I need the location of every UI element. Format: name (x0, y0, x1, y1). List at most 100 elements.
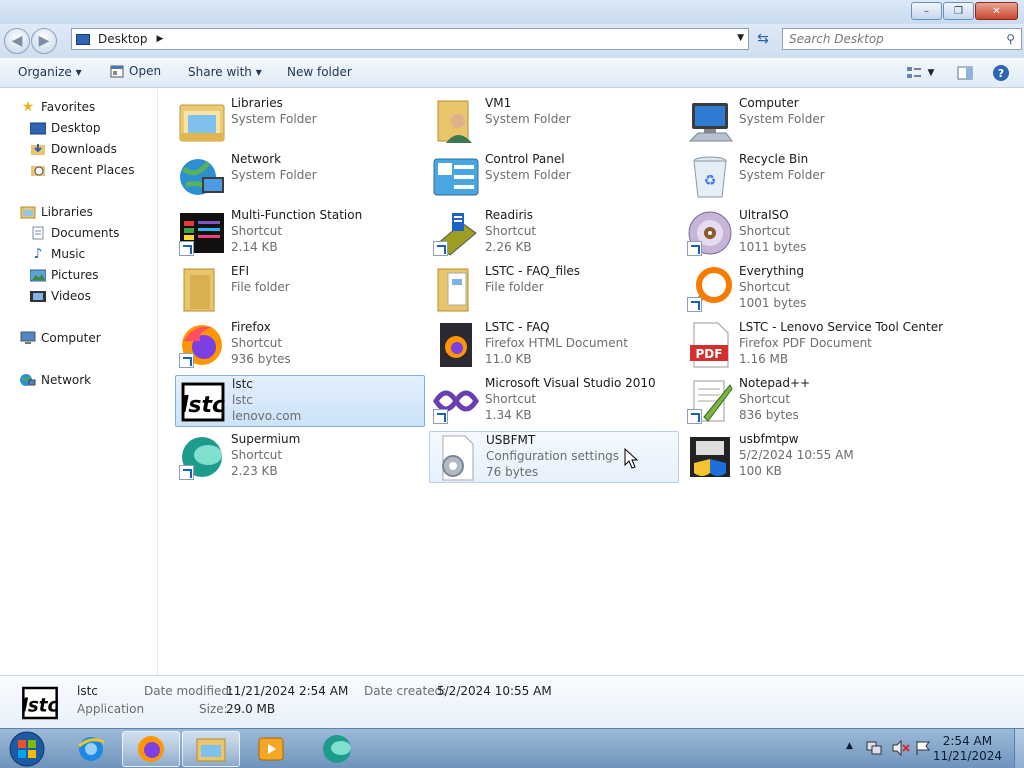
file-item-control-panel[interactable]: Control Panel System Folder (429, 151, 679, 203)
network-tray-icon[interactable] (866, 740, 882, 759)
sidebar-item-documents[interactable]: Documents (30, 224, 119, 242)
item-name: Multi-Function Station (231, 208, 363, 222)
sidebar-item-downloads[interactable]: Downloads (30, 140, 117, 158)
item-name: Everything (739, 264, 804, 278)
file-item-readiris[interactable]: Readiris Shortcut 2.26 KB (429, 207, 679, 259)
file-item-supermium[interactable]: Supermium Shortcut 2.23 KB (175, 431, 425, 483)
forward-arrow-icon: ▶ (38, 33, 50, 49)
sidebar-item-pictures[interactable]: Pictures (30, 266, 99, 284)
minimize-button[interactable]: – (911, 2, 942, 20)
file-item-firefox[interactable]: Firefox Shortcut 936 bytes (175, 319, 425, 371)
item-size: 1011 bytes (739, 240, 807, 254)
close-button[interactable]: ✕ (975, 2, 1018, 20)
item-name: Control Panel (485, 152, 565, 166)
ultraiso-disc-icon (686, 209, 734, 257)
internet-explorer-icon (78, 737, 105, 761)
multi-function-station-icon (178, 209, 226, 257)
item-type: Firefox HTML Document (485, 336, 628, 350)
change-view-button[interactable]: ▼ (901, 63, 939, 83)
item-type: Shortcut (739, 392, 791, 406)
file-item-libraries[interactable]: Libraries System Folder (175, 95, 425, 147)
file-item-computer[interactable]: Computer System Folder (683, 95, 933, 147)
sidebar-item-videos[interactable]: Videos (30, 287, 91, 305)
item-name: Notepad++ (739, 376, 811, 390)
file-item-multi-function-station[interactable]: Multi-Function Station Shortcut 2.14 KB (175, 207, 425, 259)
sidebar-item-computer[interactable]: Computer (20, 329, 101, 347)
item-type: System Folder (485, 168, 571, 182)
volume-muted-icon[interactable] (892, 739, 910, 759)
preview-pane-button[interactable] (954, 63, 976, 83)
file-item-usbfmt[interactable]: USBFMT Configuration settings 76 bytes (429, 431, 679, 483)
breadcrumb-arrow-icon[interactable]: ▶ (157, 34, 164, 44)
details-created-label: Date created: (364, 684, 447, 698)
taskbar-media-player[interactable] (242, 731, 300, 767)
title-bar: – ❐ ✕ (0, 0, 1024, 24)
file-item-lstc-faq-files[interactable]: LSTC - FAQ_files File folder (429, 263, 679, 315)
mouse-cursor-icon (624, 447, 639, 473)
item-name: Network (231, 152, 282, 166)
item-type: lstc (232, 393, 253, 407)
sidebar-item-favorites[interactable]: ★ Favorites (20, 98, 96, 116)
file-item-lstc-faq[interactable]: LSTC - FAQ Firefox HTML Document 11.0 KB (429, 319, 679, 371)
back-button[interactable]: ◀ (4, 28, 30, 54)
file-item-visual-studio-2010[interactable]: Microsoft Visual Studio 2010 Shortcut 1.34… (429, 375, 679, 427)
show-hidden-icons-button[interactable]: ▲ (846, 741, 853, 751)
item-size: 2.14 KB (231, 240, 278, 254)
sidebar-item-desktop[interactable]: Desktop (30, 119, 101, 137)
details-lstc-logo-icon: lstc (20, 683, 60, 723)
file-item-notepadpp[interactable]: Notepad++ Shortcut 836 bytes (683, 375, 933, 427)
file-item-lstc-lenovo-service-tool-center[interactable]: PDF LSTC - Lenovo Service Tool Center Fir… (683, 319, 943, 371)
start-button[interactable] (2, 731, 52, 767)
search-input[interactable]: Search Desktop ⚲ (782, 28, 1022, 50)
item-size: 2.26 KB (485, 240, 532, 254)
refresh-button[interactable]: ⇆ (752, 28, 774, 50)
file-item-efi[interactable]: EFI File folder (175, 263, 425, 315)
pdf-label: PDF (696, 347, 723, 361)
sidebar-item-recent-places[interactable]: Recent Places (30, 161, 134, 179)
address-location[interactable]: Desktop (98, 32, 148, 46)
windows-explorer-icon (196, 738, 226, 762)
address-bar[interactable]: Desktop ▶ ▼ (71, 28, 749, 50)
new-folder-button[interactable]: New folder (287, 65, 352, 79)
sidebar-item-music[interactable]: ♪ Music (30, 245, 86, 263)
open-button[interactable]: Open (110, 64, 161, 78)
item-type: Shortcut (485, 224, 537, 238)
item-type: File folder (485, 280, 544, 294)
file-item-vm1[interactable]: VM1 System Folder (429, 95, 679, 147)
file-item-everything[interactable]: Everything Shortcut 1001 bytes (683, 263, 933, 315)
organize-button[interactable]: Organize ▾ (18, 65, 82, 79)
taskbar-internet-explorer[interactable] (62, 731, 120, 767)
help-button[interactable]: ? (990, 63, 1012, 83)
firefox-icon (138, 736, 164, 762)
sidebar-item-network[interactable]: Network (20, 371, 91, 389)
taskbar-firefox[interactable] (122, 731, 180, 767)
file-item-network[interactable]: Network System Folder (175, 151, 425, 203)
maximize-button[interactable]: ❐ (943, 2, 974, 20)
taskbar-supermium[interactable] (308, 731, 366, 767)
supermium-icon (323, 735, 351, 763)
preview-pane-icon (957, 66, 973, 80)
show-desktop-button[interactable] (1014, 729, 1024, 768)
forward-button[interactable]: ▶ (31, 28, 57, 54)
item-type: Shortcut (485, 392, 537, 406)
file-item-lstc[interactable]: lstc lstc lstc lenovo.com (175, 375, 425, 427)
address-dropdown-icon[interactable]: ▼ (737, 33, 744, 43)
search-icon[interactable]: ⚲ (1006, 32, 1015, 46)
help-icon: ? (993, 65, 1009, 81)
item-date: 5/2/2024 10:55 AM (739, 448, 854, 462)
libraries-icon (178, 97, 226, 145)
file-item-ultraiso[interactable]: UltraISO Shortcut 1011 bytes (683, 207, 933, 259)
taskbar-windows-explorer[interactable] (182, 731, 240, 767)
file-item-recycle-bin[interactable]: ♻ Recycle Bin System Folder (683, 151, 933, 203)
item-company: lenovo.com (232, 409, 302, 423)
firefox-html-document-icon (432, 321, 480, 369)
file-item-usbfmtpw[interactable]: usbfmtpw 5/2/2024 10:55 AM 100 KB (683, 431, 933, 483)
action-center-flag-icon[interactable] (915, 740, 931, 759)
share-with-button[interactable]: Share with ▾ (188, 65, 262, 79)
sidebar-label: Recent Places (51, 163, 135, 177)
libraries-icon (20, 205, 36, 219)
item-name: Recycle Bin (739, 152, 809, 166)
sidebar-item-libraries[interactable]: Libraries (20, 203, 93, 221)
system-clock[interactable]: 2:54 AM 11/21/2024 (933, 734, 1002, 764)
media-player-icon (258, 737, 284, 761)
